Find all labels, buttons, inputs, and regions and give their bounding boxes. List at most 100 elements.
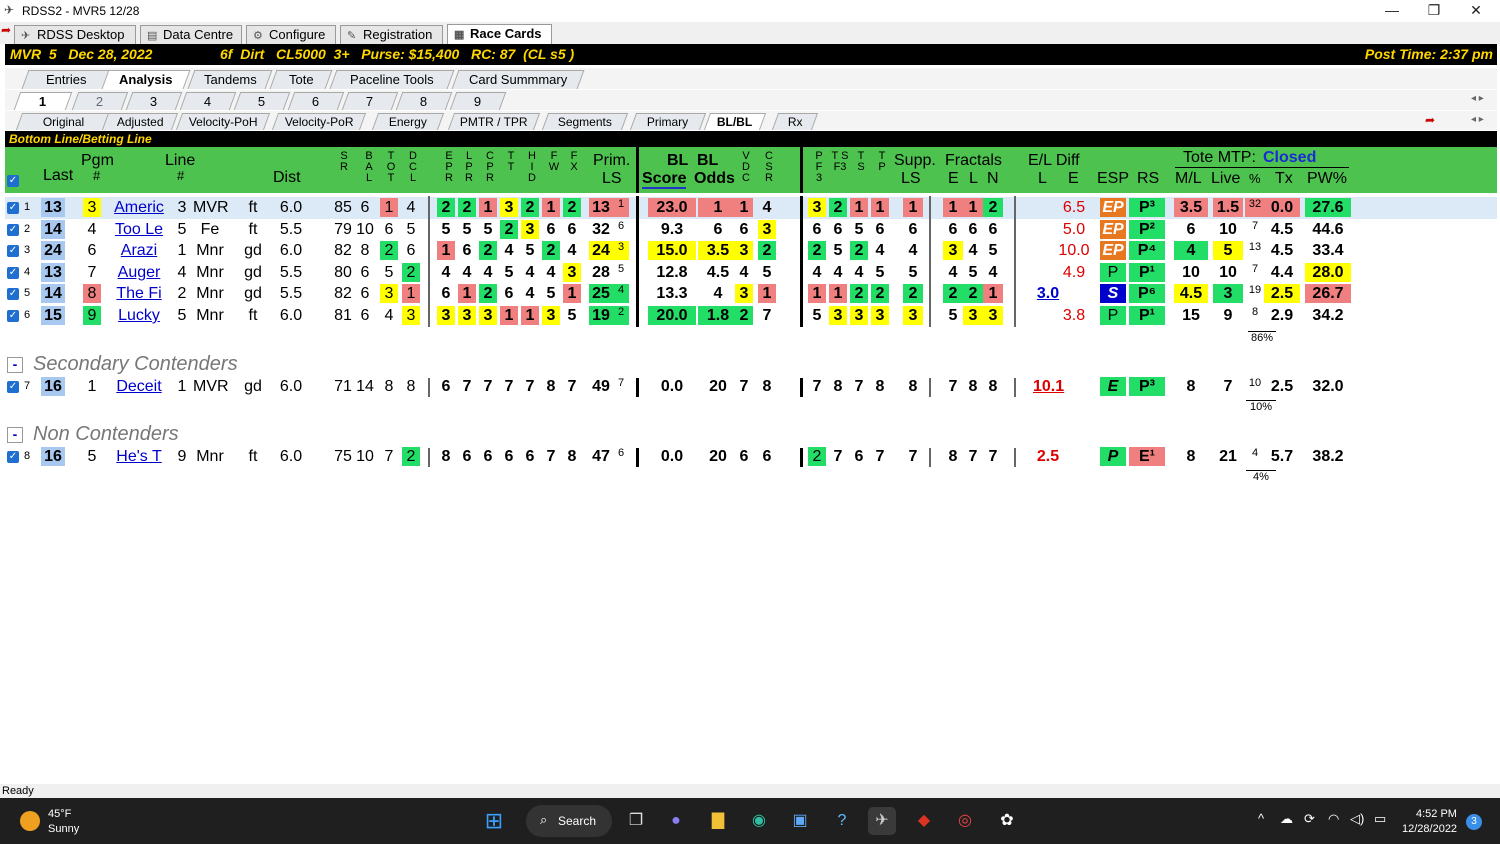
- notification-badge[interactable]: 3: [1466, 814, 1482, 830]
- table-row[interactable]: ✓ 2 14 4 Too Le 5 Fe ft 5.5 79 10 6 5 5 5 5 2 3 6 6 32 6 9.3 6 6…: [5, 217, 1497, 241]
- table-row[interactable]: ✓ 8 16 5 He's T 9 Mnr ft 6.0 75 10 7 2 8 6 6 6 6 7 8 47 6 0.0 2…: [5, 446, 1497, 483]
- tab-race-5[interactable]: 5: [233, 92, 291, 110]
- search-box[interactable]: ⌕ Search: [526, 805, 612, 837]
- exit-arrow-icon[interactable]: ➦: [1, 23, 11, 37]
- header-el-l: L: [1038, 170, 1047, 187]
- export-icon[interactable]: ➦: [1425, 113, 1435, 127]
- tab-rx[interactable]: Rx: [771, 113, 819, 130]
- rdss-app-icon[interactable]: ✈: [868, 807, 896, 835]
- tab-bl-bl[interactable]: BL/BL: [703, 113, 767, 130]
- sub-scroll-arrows-icon[interactable]: ◂ ▸: [1471, 114, 1484, 125]
- table-row[interactable]: ✓ 7 16 1 Deceit 1 MVR gd 6.0 71 14 8 8 6 7 7 7 7 8 7 49 7 0.0 2…: [5, 376, 1497, 413]
- tab-race-6[interactable]: 6: [287, 92, 345, 110]
- cell-fl: 6: [968, 220, 978, 238]
- clock-time[interactable]: 4:52 PM: [1416, 808, 1457, 820]
- cell-bal: 6: [360, 263, 370, 281]
- tab-race-3[interactable]: 3: [125, 92, 183, 110]
- tab-registration[interactable]: ✎ Registration: [340, 25, 443, 44]
- wifi-icon[interactable]: ◠: [1328, 811, 1339, 827]
- table-row[interactable]: ✓ 5 14 8 The Fi 2 Mnr gd 5.5 82 6 3 1 6 1 2 6 4 5 1 25 4 13.3 4…: [5, 282, 1497, 306]
- battery-icon[interactable]: ▭: [1374, 811, 1386, 827]
- tab-paceline-tools[interactable]: Paceline Tools: [329, 70, 455, 89]
- tab-pmtr-tpr[interactable]: PMTR / TPR: [447, 113, 541, 130]
- tab-configure[interactable]: ⚙ Configure: [246, 25, 336, 44]
- cell-name[interactable]: He's T: [109, 447, 169, 466]
- minimize-button[interactable]: —: [1370, 0, 1414, 22]
- cell-name[interactable]: Lucky: [109, 306, 169, 325]
- weather-icon[interactable]: [20, 811, 40, 831]
- tab-data-centre[interactable]: ▤ Data Centre: [140, 25, 242, 44]
- tray-chevron-icon[interactable]: ^: [1258, 811, 1264, 826]
- cloud-icon[interactable]: ☁: [1280, 811, 1293, 827]
- row-checkbox[interactable]: ✓: [7, 288, 19, 301]
- task-view-icon[interactable]: ❐: [622, 807, 650, 835]
- tab-energy[interactable]: Energy: [371, 113, 445, 130]
- collapse-button[interactable]: -: [7, 357, 23, 373]
- cell-name[interactable]: Too Le: [109, 220, 169, 239]
- maximize-button[interactable]: ❐: [1412, 0, 1456, 22]
- tab-primary[interactable]: Primary: [629, 113, 707, 130]
- cell-name[interactable]: Auger: [109, 263, 169, 282]
- cell-name[interactable]: Americ: [109, 198, 169, 217]
- clock-date[interactable]: 12/28/2022: [1402, 823, 1457, 835]
- cell-tot: 1: [380, 198, 398, 217]
- select-all-checkbox[interactable]: ✓: [7, 175, 19, 187]
- scroll-arrows-icon[interactable]: ◂ ▸: [1471, 93, 1484, 104]
- tab-original[interactable]: Original: [15, 113, 113, 130]
- row-checkbox[interactable]: ✓: [7, 381, 19, 393]
- tab-race-8[interactable]: 8: [395, 92, 453, 110]
- tab-tote[interactable]: Tote: [269, 70, 333, 89]
- cell-primr: 7: [617, 377, 625, 389]
- table-row[interactable]: ✓ 1 13 3 Americ 3 MVR ft 6.0 85 6 1 4 2 2 1 3 2 1 2 13 1 23.0 1…: [5, 196, 1497, 219]
- chrome-icon[interactable]: ◎: [951, 807, 979, 835]
- table-row[interactable]: ✓ 4 13 7 Auger 4 Mnr gd 5.5 80 6 5 2 4 4 4 5 4 4 3 28 5 12.8 4.…: [5, 260, 1497, 284]
- cell-dist: 6.0: [279, 199, 303, 216]
- tab-velocity-por[interactable]: Velocity-PoR: [271, 113, 367, 130]
- row-checkbox[interactable]: ✓: [7, 245, 19, 258]
- row-checkbox[interactable]: ✓: [7, 310, 19, 322]
- row-checkbox[interactable]: ✓: [7, 223, 19, 236]
- tab-velocity-poh[interactable]: Velocity-PoH: [175, 113, 271, 130]
- file-explorer-icon[interactable]: ▇: [704, 807, 732, 835]
- tab-analysis[interactable]: Analysis: [101, 70, 191, 89]
- cell-epr: 6: [441, 378, 451, 395]
- tab-race-1[interactable]: 1: [13, 92, 73, 110]
- help-icon[interactable]: ?: [828, 807, 856, 835]
- row-checkbox[interactable]: ✓: [7, 202, 19, 214]
- volume-icon[interactable]: ◁): [1350, 811, 1364, 827]
- tab-race-cards[interactable]: ▦ Race Cards: [447, 24, 552, 44]
- cell-name[interactable]: The Fi: [109, 284, 169, 303]
- tab-rdss-desktop[interactable]: ✈ RDSS Desktop: [14, 25, 136, 44]
- tab-adjusted[interactable]: Adjusted: [101, 113, 179, 130]
- tab-entries[interactable]: Entries: [21, 70, 111, 89]
- cell-line: 1: [177, 378, 187, 395]
- tab-race-4[interactable]: 4: [179, 92, 237, 110]
- chat-icon[interactable]: ●: [662, 807, 690, 835]
- store-icon[interactable]: ▣: [786, 807, 814, 835]
- row-checkbox[interactable]: ✓: [7, 266, 19, 279]
- tab-card-summary[interactable]: Card Summmary: [451, 70, 585, 89]
- tab-race-2[interactable]: 2: [71, 92, 129, 110]
- cell-name[interactable]: Arazi: [109, 241, 169, 260]
- cell-pf3: 1: [808, 284, 826, 304]
- table-row[interactable]: ✓ 3 24 6 Arazi 1 Mnr gd 6.0 82 8 2 6 1 6 2 4 5 2 4 24 3 15.0 3.…: [5, 239, 1497, 263]
- cell-pf3: 6: [812, 220, 822, 238]
- close-button[interactable]: ✕: [1454, 0, 1498, 22]
- mcafee-icon[interactable]: ◆: [910, 807, 938, 835]
- tab-tandems[interactable]: Tandems: [187, 70, 273, 89]
- section-title: Bottom Line/Betting Line: [5, 131, 1497, 147]
- table-row[interactable]: ✓ 6 15 9 Lucky 5 Mnr ft 6.0 81 6 4 3 3 3 3 1 1 3 5 19 2 20.0 1.…: [5, 304, 1497, 327]
- edge-icon[interactable]: ◉: [745, 807, 773, 835]
- cell-name[interactable]: Deceit: [109, 377, 169, 396]
- start-icon[interactable]: ⊞: [480, 807, 508, 835]
- cell-pgm: 9: [83, 306, 101, 325]
- row-checkbox[interactable]: ✓: [7, 451, 19, 463]
- collapse-button[interactable]: -: [7, 427, 23, 443]
- tab-segments[interactable]: Segments: [541, 113, 629, 130]
- sync-icon[interactable]: ⟳: [1304, 811, 1315, 827]
- tab-race-7[interactable]: 7: [341, 92, 399, 110]
- tab-race-9[interactable]: 9: [449, 92, 507, 110]
- cell-ml: 6: [1186, 220, 1196, 238]
- openai-icon[interactable]: ✿: [993, 807, 1021, 835]
- cell-score: 0.0: [660, 378, 684, 395]
